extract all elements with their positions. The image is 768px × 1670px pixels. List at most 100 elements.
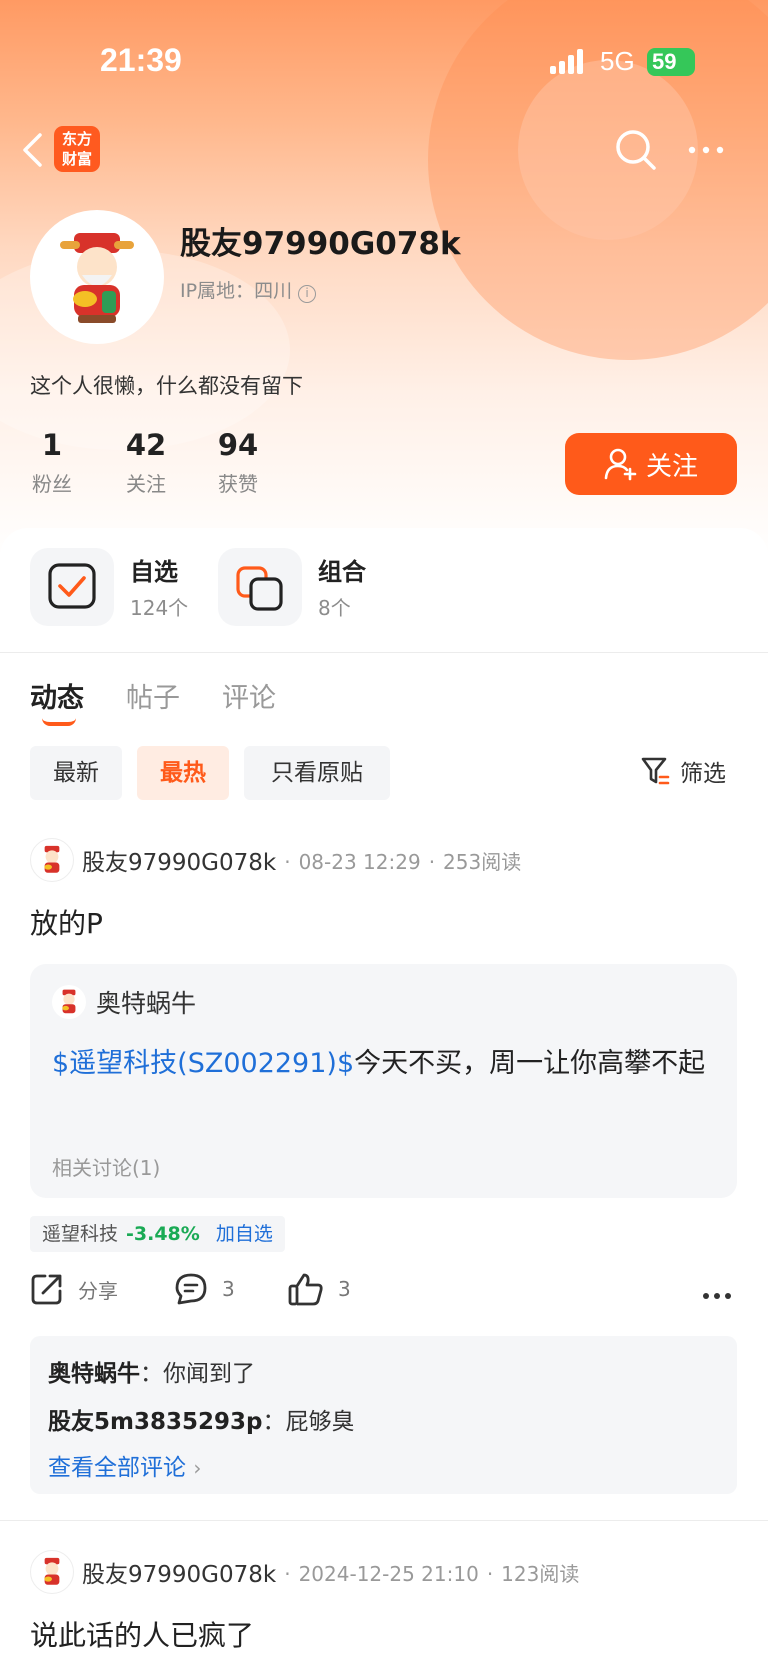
comment-preview[interactable]: 奥特蜗牛：你闻到了 股友5m3835293p：屁够臭 查看全部评论 › (30, 1336, 737, 1494)
eastmoney-logo[interactable]: 东方财富 (54, 126, 100, 172)
status-bar: 21:39 5G 59 (0, 0, 768, 120)
ip-label: IP属地： (180, 280, 255, 302)
like-button[interactable]: 3 (288, 1272, 351, 1306)
stat-label: 关注 (126, 472, 166, 496)
quoted-post-body: $遥望科技(SZ002291)$今天不买，周一让你高攀不起 (52, 1042, 712, 1086)
god-of-wealth-avatar-icon (44, 1557, 60, 1585)
content-panel: 自选 124个 组合 8个 动态 帖子 评论 最新 最热 只看原贴 筛选 股友9… (0, 528, 768, 1670)
chevron-right-icon: › (193, 1456, 202, 1480)
quoted-post[interactable]: 奥特蜗牛 $遥望科技(SZ002291)$今天不买，周一让你高攀不起 相关讨论(… (30, 964, 737, 1198)
god-of-wealth-avatar-icon (44, 845, 60, 873)
filter-button[interactable]: 筛选 (640, 754, 726, 788)
post-reads: 253阅读 (443, 849, 522, 874)
filter-chip-original-only[interactable]: 只看原贴 (244, 746, 390, 800)
quoted-author[interactable]: 奥特蜗牛 (96, 984, 196, 1020)
god-of-wealth-avatar-icon (60, 233, 134, 323)
comment-item: 股友5m3835293p：屁够臭 (48, 1409, 355, 1435)
stat-label: 获赞 (218, 472, 258, 496)
comment-text: 屁够臭 (285, 1409, 355, 1435)
search-icon[interactable] (614, 128, 658, 172)
follow-label: 关注 (645, 451, 698, 482)
post-date: 08-23 12:29 (298, 849, 421, 874)
comment-item: 奥特蜗牛：你闻到了 (48, 1361, 255, 1387)
top-nav: 东方财富 (0, 118, 768, 182)
god-of-wealth-avatar-icon (62, 989, 76, 1014)
ip-value: 四川 (254, 280, 293, 302)
add-user-icon (604, 448, 637, 481)
comment-button[interactable]: 3 (174, 1272, 235, 1306)
battery-level: 59 (652, 49, 677, 74)
stat-fans[interactable]: 1 粉丝 (30, 428, 74, 497)
portfolio-entry[interactable]: 组合 8个 (218, 548, 398, 628)
thumbs-up-icon (288, 1273, 323, 1306)
info-icon[interactable]: i (298, 285, 317, 303)
tab-comments[interactable]: 评论 (222, 676, 276, 715)
post-meta: · 2024-12-25 21:10 · 123阅读 (284, 1561, 580, 1586)
filter-chip-hottest[interactable]: 最热 (137, 746, 229, 800)
stock-tag[interactable]: 遥望科技 -3.48% 加自选 (30, 1216, 285, 1252)
active-tab-indicator (42, 718, 76, 726)
quoted-author-avatar (52, 985, 86, 1019)
post-author[interactable]: 股友97990G078k (82, 1555, 276, 1589)
like-count: 3 (338, 1277, 351, 1301)
portfolio-title: 组合 (318, 558, 366, 586)
add-to-watchlist-link[interactable]: 加自选 (216, 1223, 273, 1245)
more-options-icon[interactable] (686, 138, 726, 162)
tab-activity[interactable]: 动态 (30, 676, 84, 726)
share-label: 分享 (78, 1278, 118, 1303)
tab-posts[interactable]: 帖子 (126, 676, 180, 715)
post-actions: 分享 3 3 (30, 1272, 740, 1322)
comment-count: 3 (222, 1277, 235, 1301)
tab-label: 动态 (30, 683, 84, 714)
post-text[interactable]: 说此话的人已疯了 (30, 1614, 254, 1654)
quoted-post-header: 奥特蜗牛 (52, 984, 196, 1020)
stock-link[interactable]: $遥望科技(SZ002291)$ (52, 1048, 354, 1079)
post-more-icon[interactable] (702, 1286, 732, 1305)
stat-likes[interactable]: 94 获赞 (210, 428, 266, 497)
stat-value: 94 (217, 428, 259, 462)
profile-username: 股友97990G078k (180, 226, 461, 262)
status-time: 21:39 (100, 42, 182, 78)
stock-name: 遥望科技 (42, 1223, 119, 1245)
ip-location: IP属地：四川 i (180, 276, 317, 303)
view-all-label: 查看全部评论 (48, 1455, 186, 1481)
post-header: 股友97990G078k · 2024-12-25 21:10 · 123阅读 (30, 1549, 579, 1595)
quoted-text: 今天不买，周一让你高攀不起 (354, 1048, 706, 1079)
post-reads: 123阅读 (501, 1561, 580, 1586)
profile-avatar[interactable] (30, 210, 164, 344)
logo-text: 东方财富 (61, 130, 92, 168)
commenter-name[interactable]: 奥特蜗牛 (48, 1361, 140, 1387)
watchlist-count: 124个 (130, 596, 189, 620)
signal-icon (550, 48, 588, 74)
filter-label: 筛选 (680, 761, 726, 787)
watchlist-title: 自选 (130, 558, 178, 586)
back-arrow-icon[interactable] (18, 132, 48, 168)
filter-icon (641, 757, 670, 785)
stat-value: 1 (41, 428, 63, 462)
watchlist-icon (30, 548, 114, 626)
stat-following[interactable]: 42 关注 (118, 428, 174, 497)
filter-chip-latest[interactable]: 最新 (30, 746, 122, 800)
comment-icon (175, 1273, 207, 1305)
post-date: 2024-12-25 21:10 (298, 1561, 479, 1586)
network-type: 5G (600, 46, 635, 76)
post-meta: · 08-23 12:29 · 253阅读 (284, 849, 522, 874)
comment-text: 你闻到了 (163, 1361, 255, 1387)
post-text[interactable]: 放的P (30, 902, 103, 942)
portfolio-count: 8个 (318, 596, 351, 620)
divider (0, 1520, 768, 1521)
divider (0, 652, 768, 653)
watchlist-entry[interactable]: 自选 124个 (30, 548, 210, 628)
related-discussion[interactable]: 相关讨论(1) (52, 1152, 160, 1181)
commenter-name[interactable]: 股友5m3835293p (48, 1409, 262, 1435)
author-avatar[interactable] (30, 1550, 74, 1594)
stat-label: 粉丝 (32, 472, 72, 496)
author-avatar[interactable] (30, 838, 74, 882)
stat-value: 42 (125, 428, 167, 462)
share-button[interactable]: 分享 (30, 1272, 118, 1306)
profile-bio: 这个人很懒，什么都没有留下 (30, 374, 303, 398)
follow-button[interactable]: 关注 (565, 433, 737, 495)
post-author[interactable]: 股友97990G078k (82, 843, 276, 877)
view-all-comments-link[interactable]: 查看全部评论 › (48, 1448, 201, 1482)
share-icon (31, 1274, 62, 1305)
